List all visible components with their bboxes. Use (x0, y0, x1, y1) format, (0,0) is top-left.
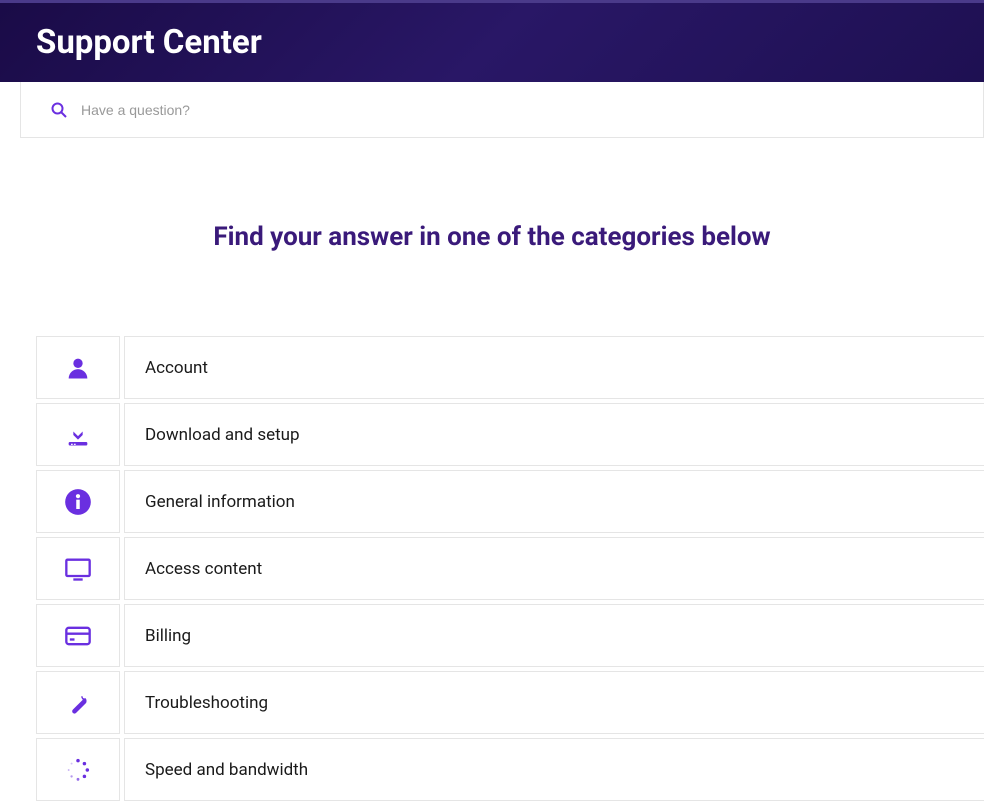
category-label: Speed and bandwidth (124, 738, 984, 801)
category-icon-box (36, 336, 120, 399)
category-icon-box (36, 738, 120, 801)
main-content: Find your answer in one of the categorie… (0, 222, 984, 801)
category-label: General information (124, 470, 984, 533)
category-billing[interactable]: Billing (36, 604, 984, 667)
category-icon-box (36, 604, 120, 667)
credit-card-icon (64, 622, 92, 650)
category-general-info[interactable]: General information (36, 470, 984, 533)
category-label: Access content (124, 537, 984, 600)
header: Support Center (0, 0, 984, 82)
category-label: Download and setup (124, 403, 984, 466)
search-bar[interactable] (20, 82, 984, 138)
category-access-content[interactable]: Access content (36, 537, 984, 600)
category-icon-box (36, 537, 120, 600)
category-troubleshooting[interactable]: Troubleshooting (36, 671, 984, 734)
category-icon-box (36, 403, 120, 466)
search-icon (51, 102, 67, 118)
monitor-icon (64, 555, 92, 583)
categories-heading: Find your answer in one of the categorie… (36, 222, 984, 252)
info-icon (64, 488, 92, 516)
user-icon (64, 354, 92, 382)
category-label: Account (124, 336, 984, 399)
wrench-icon (64, 689, 92, 717)
category-download[interactable]: Download and setup (36, 403, 984, 466)
category-icon-box (36, 470, 120, 533)
page-title: Support Center (36, 23, 262, 62)
category-account[interactable]: Account (36, 336, 984, 399)
category-speed[interactable]: Speed and bandwidth (36, 738, 984, 801)
category-label: Billing (124, 604, 984, 667)
category-icon-box (36, 671, 120, 734)
search-input[interactable] (81, 102, 953, 118)
category-list: Account Download and setup (36, 336, 984, 801)
speed-icon (64, 756, 92, 784)
category-label: Troubleshooting (124, 671, 984, 734)
download-icon (64, 421, 92, 449)
